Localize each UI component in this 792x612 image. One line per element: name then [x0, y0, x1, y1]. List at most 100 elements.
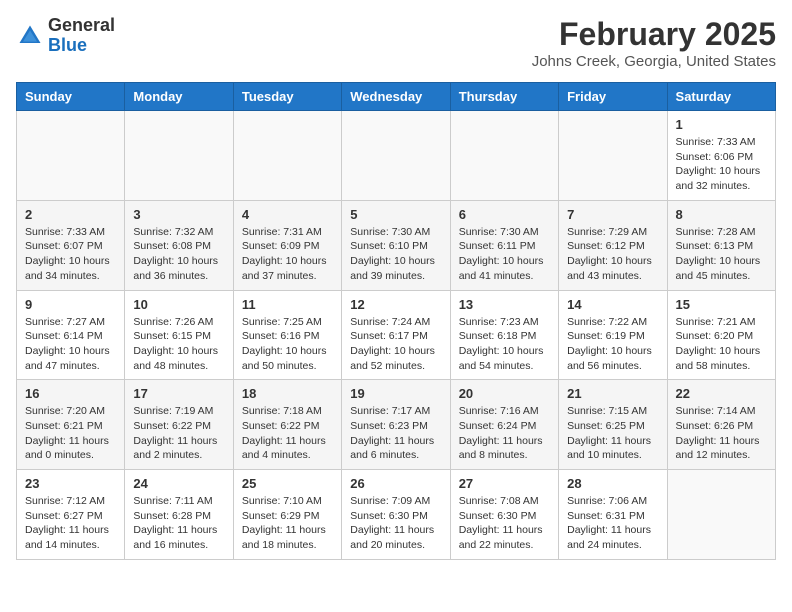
day-number: 7	[567, 207, 658, 222]
calendar-cell: 4 Sunrise: 7:31 AM Sunset: 6:09 PM Daylig…	[233, 200, 341, 290]
day-number: 20	[459, 386, 550, 401]
day-of-week-header: Thursday	[450, 83, 558, 111]
day-number: 14	[567, 297, 658, 312]
day-info: Sunrise: 7:31 AM Sunset: 6:09 PM Dayligh…	[242, 225, 333, 284]
day-info: Sunrise: 7:16 AM Sunset: 6:24 PM Dayligh…	[459, 404, 550, 463]
calendar-cell: 24 Sunrise: 7:11 AM Sunset: 6:28 PM Dayli…	[125, 470, 233, 560]
calendar-week-row: 2 Sunrise: 7:33 AM Sunset: 6:07 PM Daylig…	[17, 200, 776, 290]
location-text: Johns Creek, Georgia, United States	[532, 53, 776, 70]
day-number: 17	[133, 386, 224, 401]
day-number: 3	[133, 207, 224, 222]
header-row: SundayMondayTuesdayWednesdayThursdayFrid…	[17, 83, 776, 111]
calendar-cell: 23Sunrise: 7:12 AM Sunset: 6:27 PM Dayli…	[17, 470, 125, 560]
calendar-cell: 13Sunrise: 7:23 AM Sunset: 6:18 PM Dayli…	[450, 290, 558, 380]
calendar-cell: 21Sunrise: 7:15 AM Sunset: 6:25 PM Dayli…	[559, 380, 667, 470]
day-number: 24	[133, 476, 224, 491]
calendar-cell	[17, 111, 125, 201]
calendar-cell: 1 Sunrise: 7:33 AM Sunset: 6:06 PM Daylig…	[667, 111, 775, 201]
day-of-week-header: Wednesday	[342, 83, 450, 111]
title-area: February 2025 Johns Creek, Georgia, Unit…	[532, 16, 776, 70]
logo: General Blue	[16, 16, 115, 56]
calendar-cell: 22 Sunrise: 7:14 AM Sunset: 6:26 PM Dayli…	[667, 380, 775, 470]
calendar-cell: 10 Sunrise: 7:26 AM Sunset: 6:15 PM Dayli…	[125, 290, 233, 380]
day-info: Sunrise: 7:21 AM Sunset: 6:20 PM Dayligh…	[676, 315, 767, 374]
day-of-week-header: Sunday	[17, 83, 125, 111]
calendar-week-row: 9Sunrise: 7:27 AM Sunset: 6:14 PM Daylig…	[17, 290, 776, 380]
day-number: 5	[350, 207, 441, 222]
day-number: 4	[242, 207, 333, 222]
logo-icon	[16, 22, 44, 50]
calendar-cell: 3 Sunrise: 7:32 AM Sunset: 6:08 PM Daylig…	[125, 200, 233, 290]
calendar-week-row: 23Sunrise: 7:12 AM Sunset: 6:27 PM Dayli…	[17, 470, 776, 560]
month-title: February 2025	[532, 16, 776, 53]
day-info: Sunrise: 7:11 AM Sunset: 6:28 PM Dayligh…	[133, 494, 224, 553]
calendar-cell	[125, 111, 233, 201]
calendar-cell: 9Sunrise: 7:27 AM Sunset: 6:14 PM Daylig…	[17, 290, 125, 380]
day-of-week-header: Monday	[125, 83, 233, 111]
calendar-cell: 20 Sunrise: 7:16 AM Sunset: 6:24 PM Dayli…	[450, 380, 558, 470]
calendar-cell	[559, 111, 667, 201]
day-info: Sunrise: 7:22 AM Sunset: 6:19 PM Dayligh…	[567, 315, 658, 374]
calendar-cell: 7 Sunrise: 7:29 AM Sunset: 6:12 PM Daylig…	[559, 200, 667, 290]
calendar-cell: 6Sunrise: 7:30 AM Sunset: 6:11 PM Daylig…	[450, 200, 558, 290]
calendar-cell: 28 Sunrise: 7:06 AM Sunset: 6:31 PM Dayli…	[559, 470, 667, 560]
day-number: 18	[242, 386, 333, 401]
day-number: 16	[25, 386, 116, 401]
calendar-cell: 12Sunrise: 7:24 AM Sunset: 6:17 PM Dayli…	[342, 290, 450, 380]
day-info: Sunrise: 7:20 AM Sunset: 6:21 PM Dayligh…	[25, 404, 116, 463]
day-info: Sunrise: 7:06 AM Sunset: 6:31 PM Dayligh…	[567, 494, 658, 553]
day-number: 1	[676, 117, 767, 132]
day-of-week-header: Tuesday	[233, 83, 341, 111]
calendar-cell	[342, 111, 450, 201]
page-header: General Blue February 2025 Johns Creek, …	[16, 16, 776, 70]
day-number: 25	[242, 476, 333, 491]
day-info: Sunrise: 7:33 AM Sunset: 6:06 PM Dayligh…	[676, 135, 767, 194]
day-info: Sunrise: 7:19 AM Sunset: 6:22 PM Dayligh…	[133, 404, 224, 463]
day-info: Sunrise: 7:32 AM Sunset: 6:08 PM Dayligh…	[133, 225, 224, 284]
day-info: Sunrise: 7:23 AM Sunset: 6:18 PM Dayligh…	[459, 315, 550, 374]
day-info: Sunrise: 7:14 AM Sunset: 6:26 PM Dayligh…	[676, 404, 767, 463]
logo-text: General Blue	[48, 16, 115, 56]
day-number: 11	[242, 297, 333, 312]
day-of-week-header: Friday	[559, 83, 667, 111]
day-info: Sunrise: 7:25 AM Sunset: 6:16 PM Dayligh…	[242, 315, 333, 374]
day-number: 22	[676, 386, 767, 401]
day-of-week-header: Saturday	[667, 83, 775, 111]
day-number: 10	[133, 297, 224, 312]
calendar-cell: 16 Sunrise: 7:20 AM Sunset: 6:21 PM Dayli…	[17, 380, 125, 470]
calendar-body: 1 Sunrise: 7:33 AM Sunset: 6:06 PM Daylig…	[17, 111, 776, 560]
calendar-cell: 8 Sunrise: 7:28 AM Sunset: 6:13 PM Daylig…	[667, 200, 775, 290]
day-info: Sunrise: 7:29 AM Sunset: 6:12 PM Dayligh…	[567, 225, 658, 284]
calendar-table: SundayMondayTuesdayWednesdayThursdayFrid…	[16, 82, 776, 560]
calendar-cell: 5 Sunrise: 7:30 AM Sunset: 6:10 PM Daylig…	[342, 200, 450, 290]
day-number: 27	[459, 476, 550, 491]
day-info: Sunrise: 7:30 AM Sunset: 6:11 PM Dayligh…	[459, 225, 550, 284]
calendar-cell: 11 Sunrise: 7:25 AM Sunset: 6:16 PM Dayli…	[233, 290, 341, 380]
calendar-cell	[450, 111, 558, 201]
day-info: Sunrise: 7:26 AM Sunset: 6:15 PM Dayligh…	[133, 315, 224, 374]
calendar-cell: 14 Sunrise: 7:22 AM Sunset: 6:19 PM Dayli…	[559, 290, 667, 380]
calendar-cell	[667, 470, 775, 560]
calendar-week-row: 1 Sunrise: 7:33 AM Sunset: 6:06 PM Daylig…	[17, 111, 776, 201]
day-number: 2	[25, 207, 116, 222]
day-number: 23	[25, 476, 116, 491]
calendar-cell: 15 Sunrise: 7:21 AM Sunset: 6:20 PM Dayli…	[667, 290, 775, 380]
calendar-cell: 19Sunrise: 7:17 AM Sunset: 6:23 PM Dayli…	[342, 380, 450, 470]
day-info: Sunrise: 7:33 AM Sunset: 6:07 PM Dayligh…	[25, 225, 116, 284]
day-info: Sunrise: 7:08 AM Sunset: 6:30 PM Dayligh…	[459, 494, 550, 553]
day-info: Sunrise: 7:28 AM Sunset: 6:13 PM Dayligh…	[676, 225, 767, 284]
day-info: Sunrise: 7:18 AM Sunset: 6:22 PM Dayligh…	[242, 404, 333, 463]
day-info: Sunrise: 7:15 AM Sunset: 6:25 PM Dayligh…	[567, 404, 658, 463]
day-info: Sunrise: 7:17 AM Sunset: 6:23 PM Dayligh…	[350, 404, 441, 463]
day-number: 26	[350, 476, 441, 491]
day-number: 28	[567, 476, 658, 491]
calendar-cell: 27 Sunrise: 7:08 AM Sunset: 6:30 PM Dayli…	[450, 470, 558, 560]
day-info: Sunrise: 7:09 AM Sunset: 6:30 PM Dayligh…	[350, 494, 441, 553]
calendar-header: SundayMondayTuesdayWednesdayThursdayFrid…	[17, 83, 776, 111]
day-number: 12	[350, 297, 441, 312]
day-info: Sunrise: 7:10 AM Sunset: 6:29 PM Dayligh…	[242, 494, 333, 553]
day-number: 8	[676, 207, 767, 222]
day-number: 15	[676, 297, 767, 312]
day-number: 9	[25, 297, 116, 312]
day-info: Sunrise: 7:30 AM Sunset: 6:10 PM Dayligh…	[350, 225, 441, 284]
